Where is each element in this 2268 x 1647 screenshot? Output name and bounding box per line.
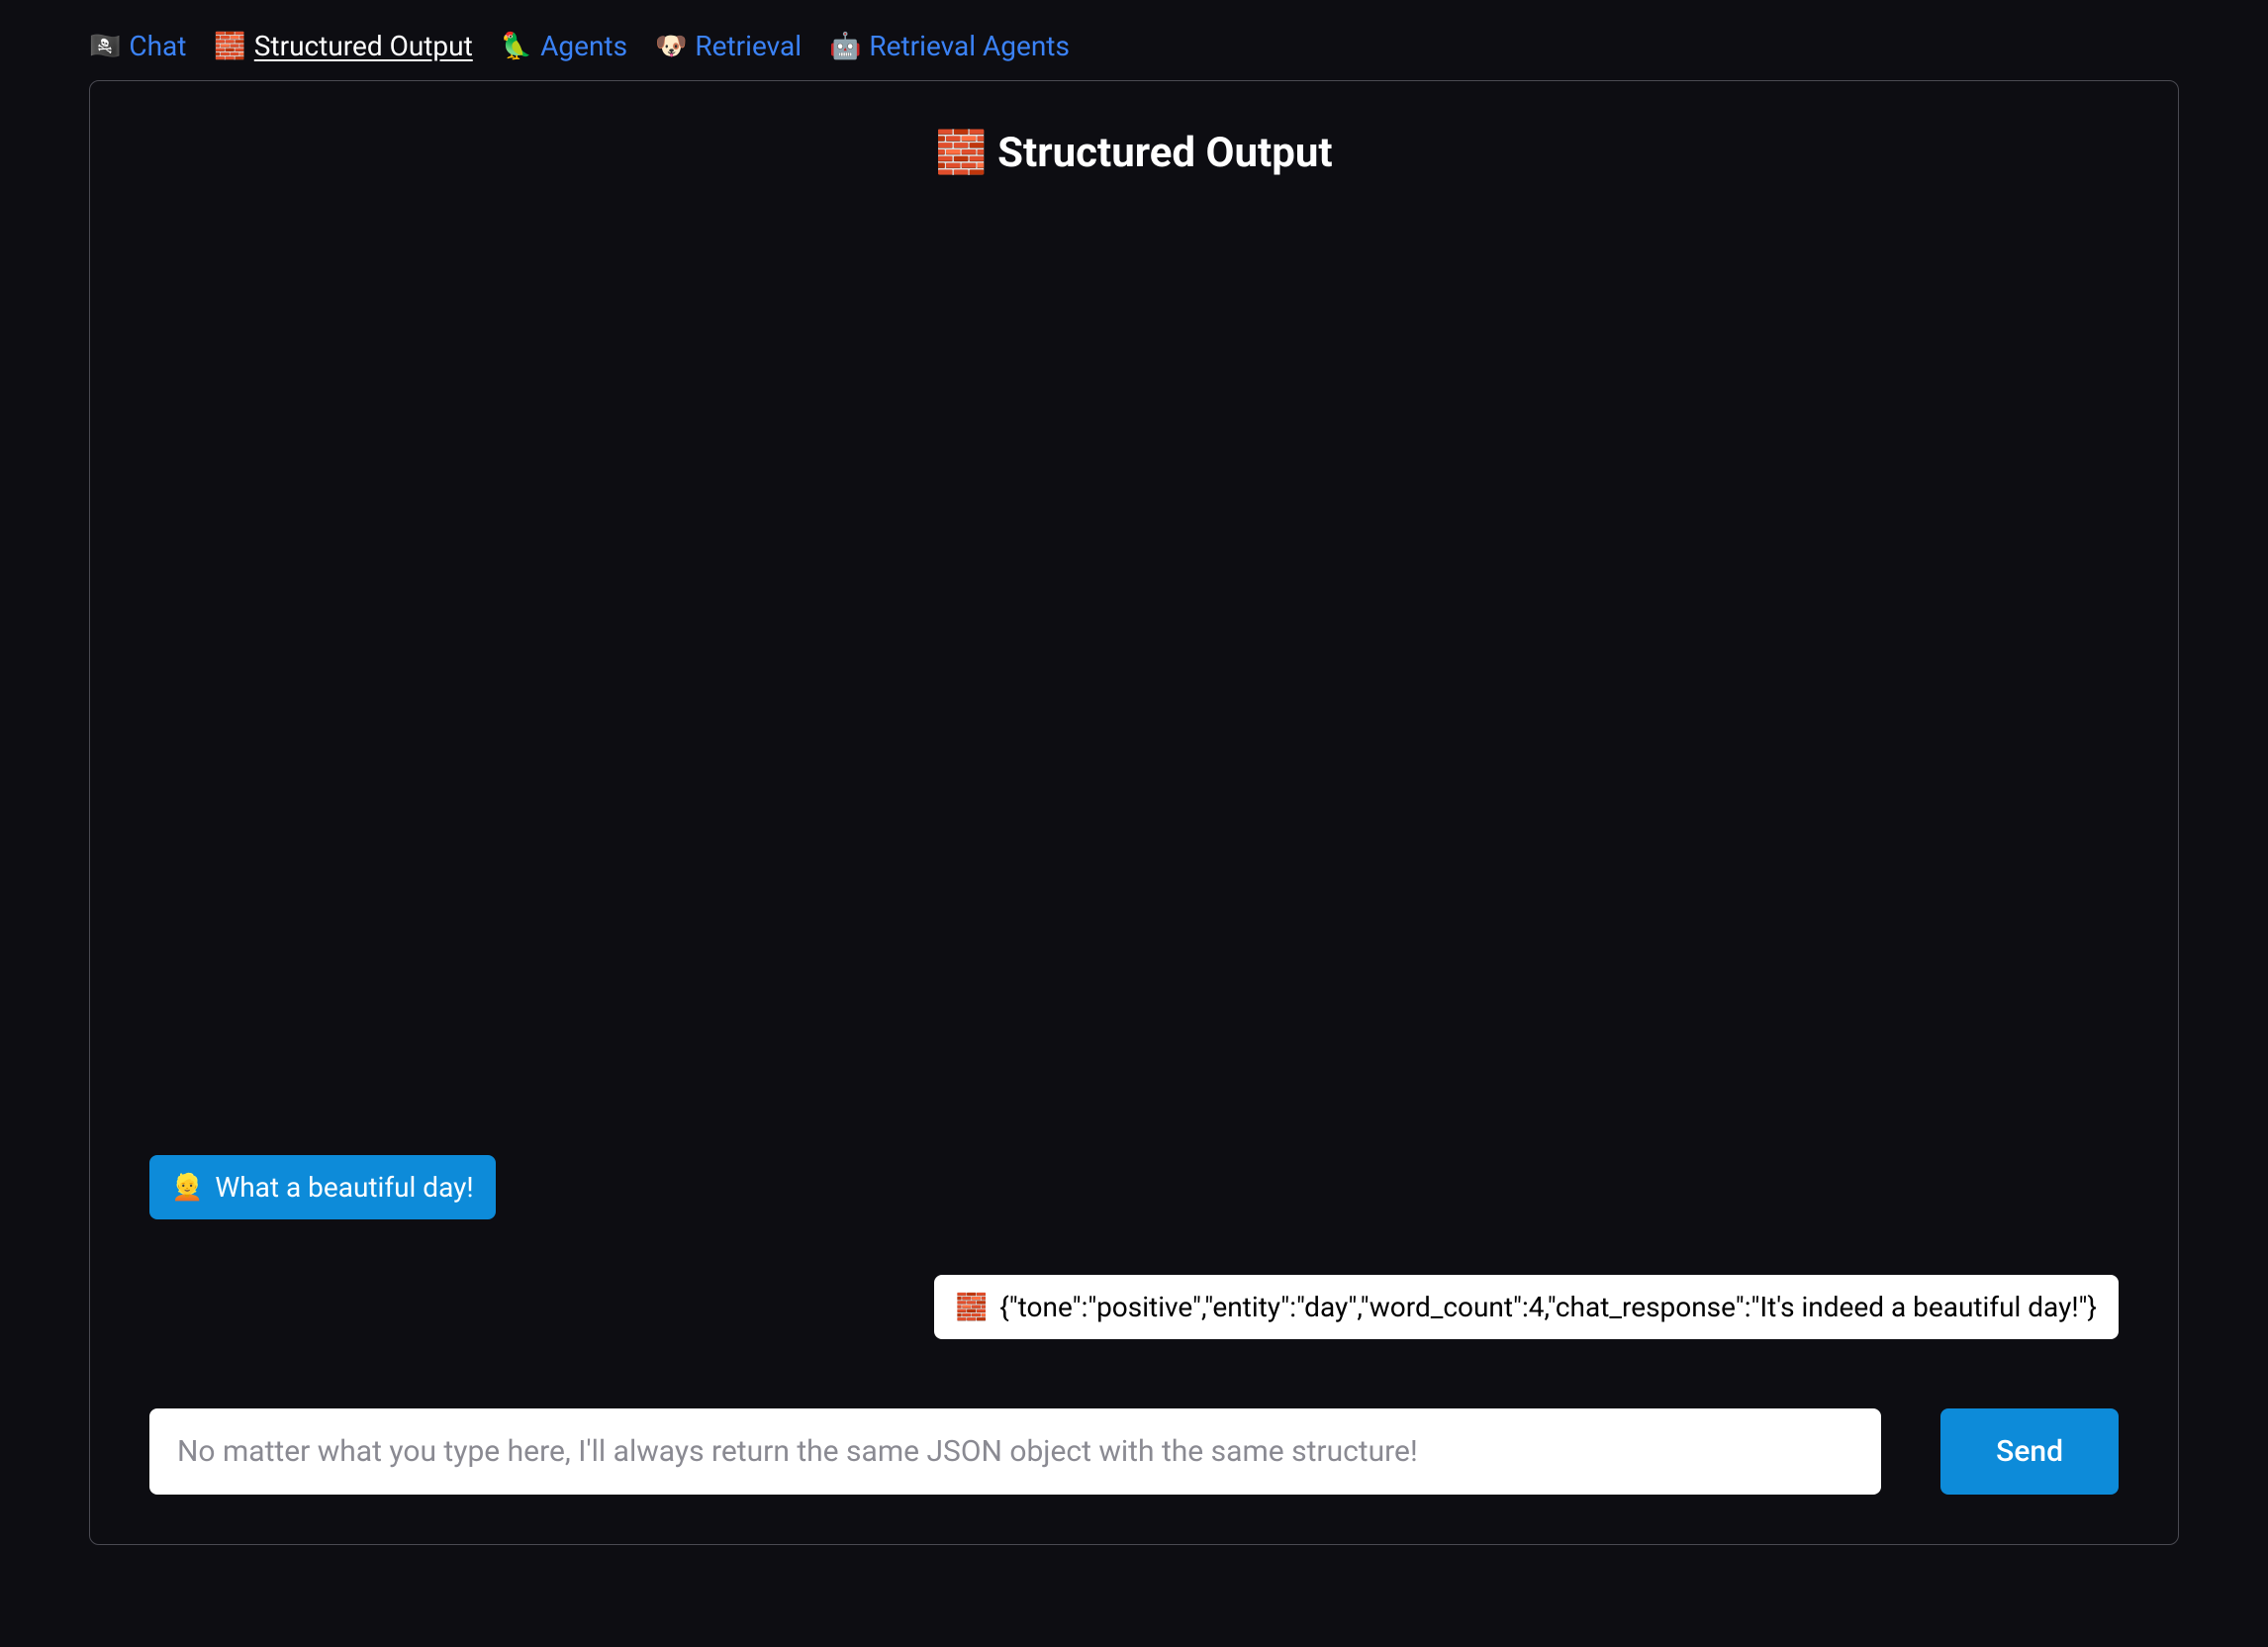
pirate-flag-icon: 🏴‍☠️ bbox=[89, 32, 121, 61]
brick-icon: 🧱 bbox=[214, 32, 245, 61]
page-title: 🧱 Structured Output bbox=[149, 129, 2119, 177]
nav-chat[interactable]: 🏴‍☠️ Chat bbox=[89, 30, 186, 62]
user-message-text: What a beautiful day! bbox=[215, 1171, 473, 1204]
message-assistant: 🧱 {"tone":"positive","entity":"day","wor… bbox=[149, 1275, 2119, 1339]
parrot-icon: 🦜 bbox=[501, 32, 532, 61]
top-nav: 🏴‍☠️ Chat 🧱 Structured Output 🦜 Agents 🐶… bbox=[89, 20, 2179, 80]
chat-area: 👱 What a beautiful day! 🧱 {"tone":"posit… bbox=[149, 207, 2119, 1408]
nav-agents-label: Agents bbox=[540, 30, 627, 62]
brick-icon: 🧱 bbox=[956, 1293, 988, 1322]
nav-retrieval-label: Retrieval bbox=[695, 30, 802, 62]
send-button[interactable]: Send bbox=[1940, 1408, 2119, 1495]
page-title-icon: 🧱 bbox=[935, 129, 987, 177]
nav-chat-label: Chat bbox=[129, 30, 186, 62]
nav-structured-output[interactable]: 🧱 Structured Output bbox=[214, 30, 472, 62]
robot-icon: 🤖 bbox=[829, 32, 861, 61]
nav-retrieval[interactable]: 🐶 Retrieval bbox=[655, 30, 802, 62]
message-user: 👱 What a beautiful day! bbox=[149, 1155, 2119, 1219]
page-title-text: Structured Output bbox=[997, 129, 1332, 177]
message-input[interactable] bbox=[149, 1408, 1881, 1495]
dog-icon: 🐶 bbox=[655, 32, 687, 61]
nav-agents[interactable]: 🦜 Agents bbox=[501, 30, 627, 62]
nav-structured-output-label: Structured Output bbox=[254, 30, 473, 62]
nav-retrieval-agents-label: Retrieval Agents bbox=[869, 30, 1069, 62]
user-message-bubble: 👱 What a beautiful day! bbox=[149, 1155, 496, 1219]
assistant-message-bubble: 🧱 {"tone":"positive","entity":"day","wor… bbox=[934, 1275, 2119, 1339]
nav-retrieval-agents[interactable]: 🤖 Retrieval Agents bbox=[829, 30, 1070, 62]
main-panel: 🧱 Structured Output 👱 What a beautiful d… bbox=[89, 80, 2179, 1545]
person-icon: 👱 bbox=[171, 1173, 203, 1203]
assistant-message-text: {"tone":"positive","entity":"day","word_… bbox=[999, 1291, 2097, 1323]
input-row: Send bbox=[149, 1408, 2119, 1495]
